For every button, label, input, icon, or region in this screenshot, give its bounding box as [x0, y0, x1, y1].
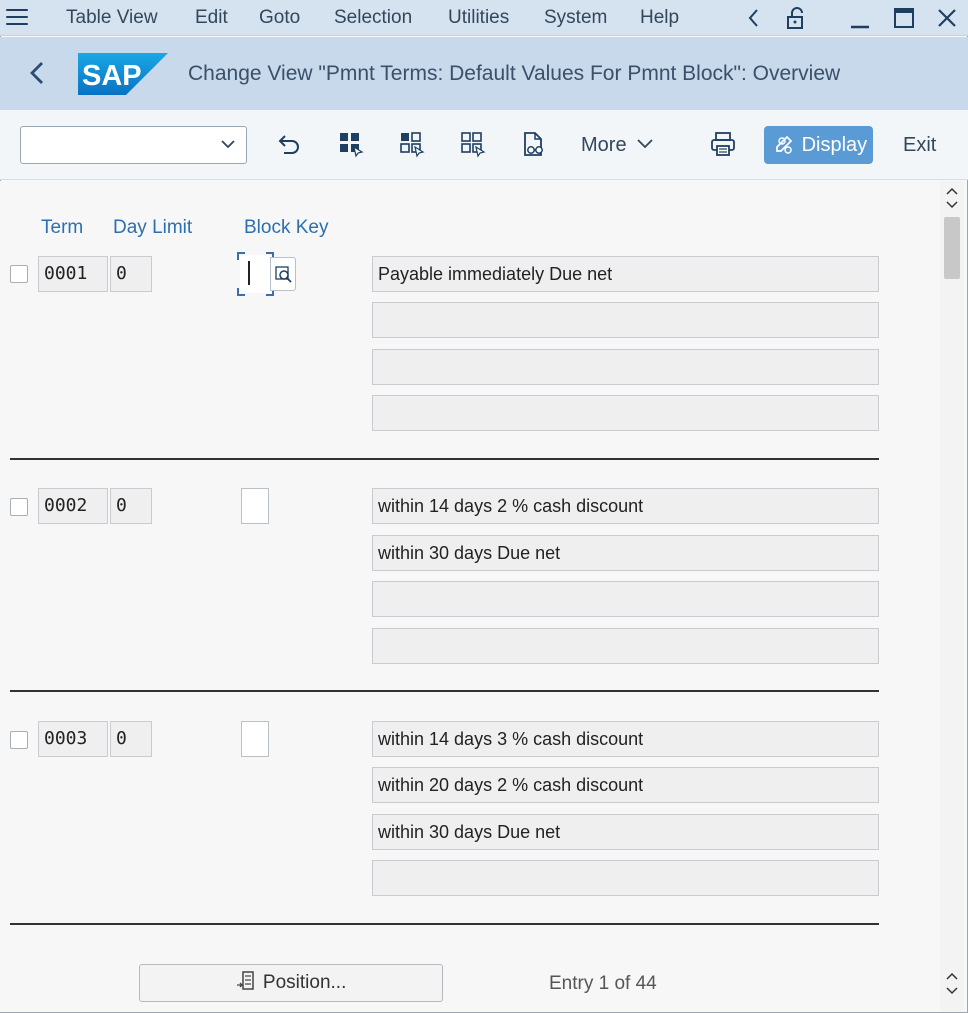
scroll-page-down-icon[interactable]	[946, 201, 958, 209]
block-key-field-focused[interactable]	[237, 252, 297, 296]
sap-logo: SAP	[78, 53, 168, 95]
title-bar: SAP Change View "Pmnt Terms: Default Val…	[0, 37, 968, 110]
scroll-up-icon[interactable]	[946, 187, 958, 195]
menu-utilities[interactable]: Utilities	[448, 7, 509, 29]
menu-table-view[interactable]: Table View	[66, 7, 158, 29]
select-all-icon[interactable]	[337, 130, 365, 158]
display-label: Display	[801, 134, 868, 156]
menu-system[interactable]: System	[544, 7, 607, 29]
command-field[interactable]	[20, 126, 247, 164]
entry-counter: Entry 1 of 44	[549, 973, 657, 994]
chevron-down-icon[interactable]	[220, 136, 236, 152]
payment-term-text-4	[372, 860, 879, 896]
day-limit-field[interactable]: 0	[110, 488, 152, 524]
page-title: Change View "Pmnt Terms: Default Values …	[188, 62, 841, 85]
menu-goto[interactable]: Goto	[259, 7, 300, 29]
row-select-checkbox[interactable]	[10, 498, 28, 516]
table-view-content: Term Day Limit Block Key 0001 0 Payable …	[0, 181, 940, 1012]
payment-term-text-2: within 20 days 2 % cash discount	[372, 767, 879, 803]
payment-term-text-3	[372, 581, 879, 617]
payment-term-text-1: within 14 days 3 % cash discount	[372, 721, 879, 757]
payment-term-text-3	[372, 349, 879, 385]
column-header-term: Term	[41, 217, 84, 238]
day-limit-field[interactable]: 0	[110, 721, 152, 757]
collapse-left-icon[interactable]	[740, 4, 768, 32]
vertical-scrollbar[interactable]	[940, 181, 964, 1012]
payment-term-text-2	[372, 302, 879, 338]
term-field[interactable]: 0002	[38, 488, 108, 524]
close-icon[interactable]	[933, 4, 961, 32]
menu-selection[interactable]: Selection	[334, 7, 412, 29]
position-button[interactable]: Position...	[139, 964, 443, 1002]
minimize-icon[interactable]	[846, 4, 874, 32]
scroll-thumb[interactable]	[944, 217, 960, 279]
entry-separator	[10, 690, 879, 692]
more-button[interactable]: More	[581, 134, 654, 157]
row-select-checkbox[interactable]	[10, 265, 28, 283]
menu-bar: Table View Edit Goto Selection Utilities…	[0, 0, 968, 36]
more-label: More	[581, 134, 627, 156]
menu-help[interactable]: Help	[640, 7, 679, 29]
display-button[interactable]: Display	[764, 126, 873, 164]
deselect-all-icon[interactable]	[459, 130, 487, 158]
search-help-icon	[275, 266, 292, 283]
sap-logo-text: SAP	[82, 60, 142, 92]
chevron-down-icon	[637, 139, 653, 149]
entry-separator	[10, 923, 879, 925]
block-key-field[interactable]	[241, 488, 269, 524]
document-glasses-icon[interactable]	[520, 130, 548, 158]
block-key-field[interactable]	[241, 721, 269, 757]
hamburger-menu-icon[interactable]	[6, 9, 28, 27]
value-help-button[interactable]	[270, 257, 296, 291]
entry-separator	[10, 458, 879, 460]
menu-edit[interactable]: Edit	[195, 7, 228, 29]
payment-term-text-1: within 14 days 2 % cash discount	[372, 488, 879, 524]
payment-term-text-3: within 30 days Due net	[372, 814, 879, 850]
payment-term-text-1: Payable immediately Due net	[372, 256, 879, 292]
unlock-icon[interactable]	[782, 4, 810, 32]
column-header-day-limit: Day Limit	[113, 217, 193, 238]
position-icon	[236, 971, 254, 990]
select-block-icon[interactable]	[398, 130, 426, 158]
position-label: Position...	[262, 972, 347, 993]
row-select-checkbox[interactable]	[10, 731, 28, 749]
term-field[interactable]: 0003	[38, 721, 108, 757]
day-limit-field[interactable]: 0	[110, 256, 152, 292]
display-change-icon	[776, 135, 793, 154]
print-icon[interactable]	[709, 130, 737, 158]
payment-term-text-4	[372, 395, 879, 431]
undo-icon[interactable]	[276, 130, 304, 158]
toolbar: More Display Exit	[0, 110, 968, 180]
payment-term-text-4	[372, 628, 879, 664]
column-header-block-key: Block Key	[244, 217, 329, 238]
back-arrow-icon[interactable]	[22, 57, 52, 89]
exit-button[interactable]: Exit	[903, 134, 936, 157]
term-field[interactable]: 0001	[38, 256, 108, 292]
text-cursor	[248, 261, 250, 285]
maximize-icon[interactable]	[890, 4, 918, 32]
scroll-page-up-icon[interactable]	[946, 972, 958, 980]
payment-term-text-2: within 30 days Due net	[372, 535, 879, 571]
scroll-down-icon[interactable]	[946, 987, 958, 995]
